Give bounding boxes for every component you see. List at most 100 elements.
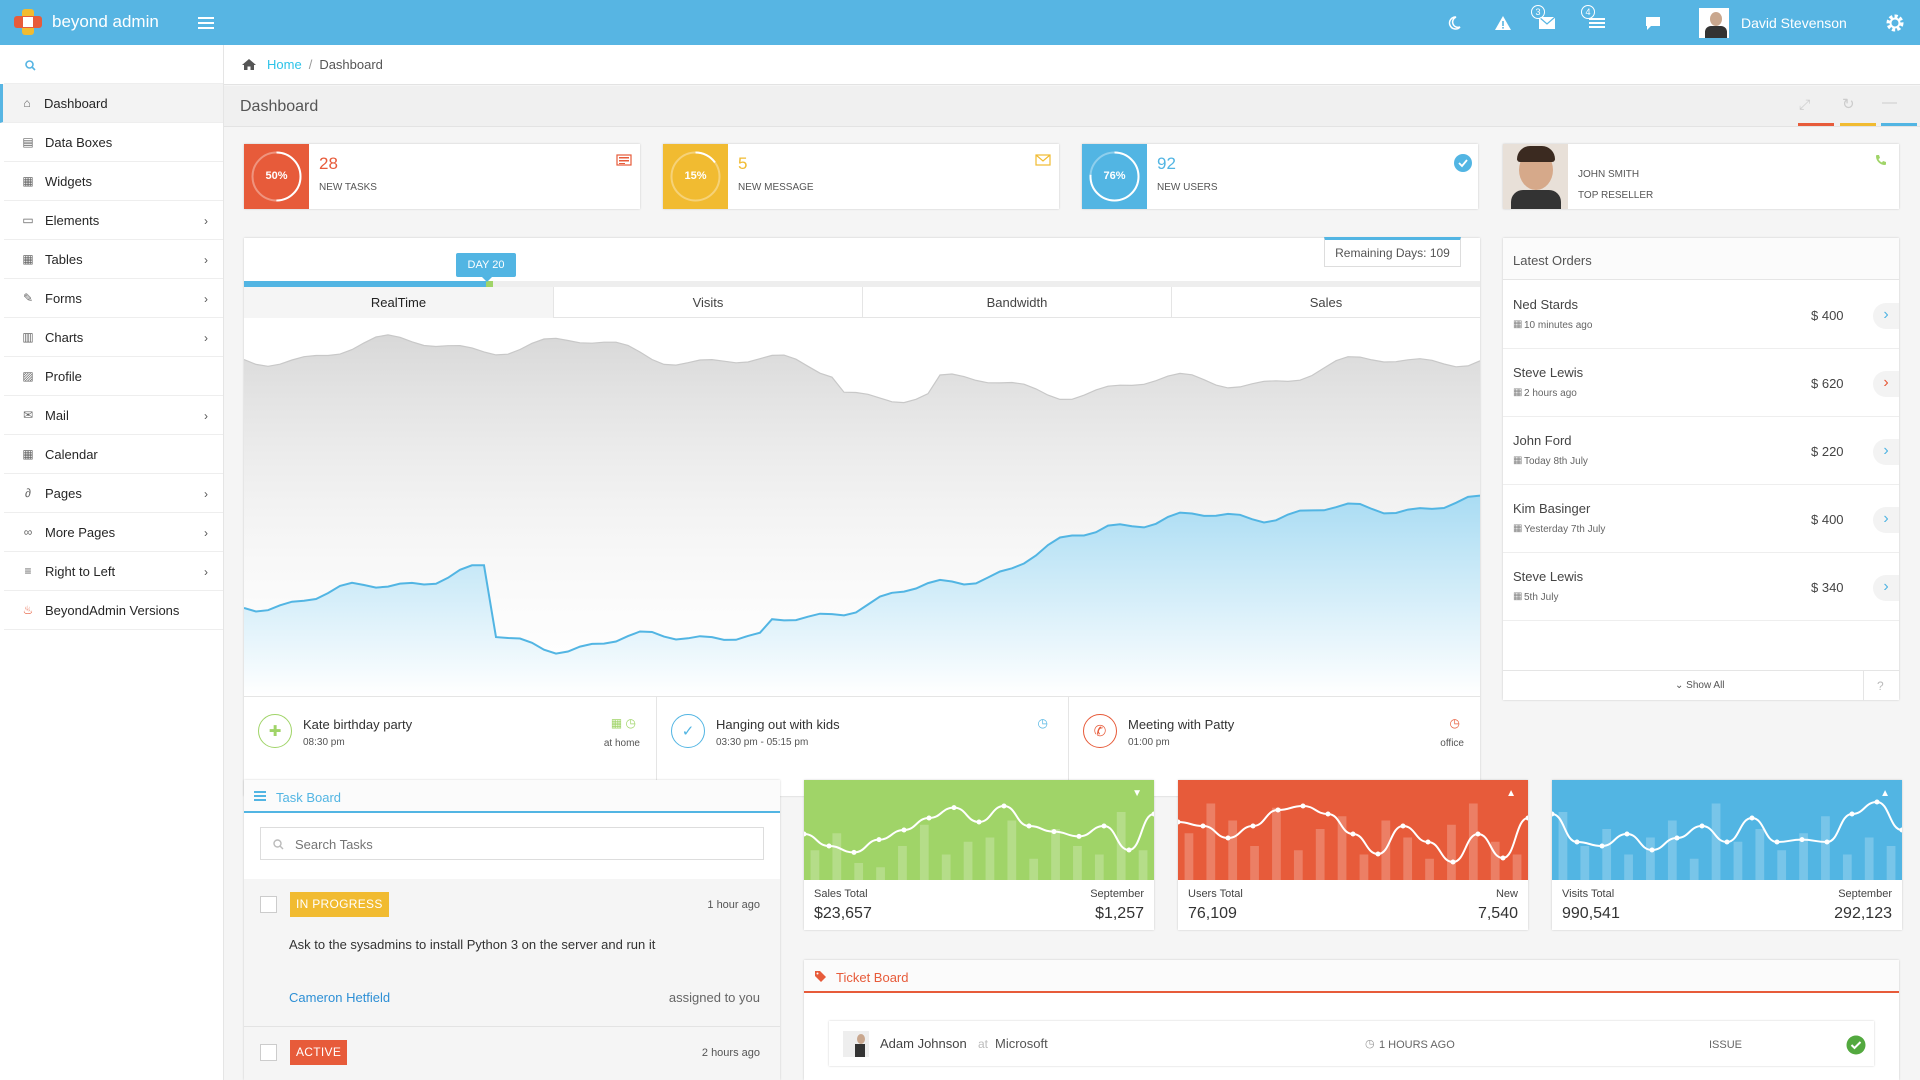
sidebar-item-profile[interactable]: ▨ Profile bbox=[4, 357, 223, 396]
chevron-right-icon[interactable]: › bbox=[1873, 575, 1899, 601]
bar-mark bbox=[1029, 858, 1039, 880]
sidebar-search[interactable] bbox=[4, 45, 223, 84]
mini-chart bbox=[1552, 780, 1902, 880]
event-title: Hanging out with kids bbox=[716, 717, 840, 732]
task-checkbox[interactable] bbox=[260, 896, 277, 913]
data-point bbox=[1574, 839, 1580, 845]
sidebar-item-elements[interactable]: ▭ Elements › bbox=[4, 201, 223, 240]
settings-button[interactable] bbox=[1883, 11, 1907, 35]
tab-realtime[interactable]: RealTime bbox=[244, 287, 553, 318]
sidebar-item-widgets[interactable]: ▦ Widgets bbox=[4, 162, 223, 201]
chevron-right-icon[interactable]: › bbox=[1873, 371, 1899, 397]
sidebar-item-label: Profile bbox=[45, 368, 82, 384]
bar-mark bbox=[1073, 846, 1082, 880]
sidebar-item-more-pages[interactable]: ∞ More Pages › bbox=[4, 513, 223, 552]
data-point bbox=[1178, 819, 1181, 825]
mini-left-value: 990,541 bbox=[1562, 905, 1620, 922]
user-name: David Stevenson bbox=[1741, 15, 1847, 31]
sidebar-item-beyondadmin-versions[interactable]: ♨ BeyondAdmin Versions bbox=[4, 591, 223, 630]
collapse-button[interactable]: — bbox=[1882, 94, 1897, 111]
ticket-time: 1 HOURS AGO bbox=[1379, 1039, 1455, 1051]
top-reseller-card[interactable]: JOHN SMITH TOP RESELLER bbox=[1503, 144, 1899, 209]
sidebar-item-tables[interactable]: ▦ Tables › bbox=[4, 240, 223, 279]
chevron-right-icon: › bbox=[204, 565, 208, 579]
search-icon bbox=[273, 839, 284, 850]
tab-sales[interactable]: Sales bbox=[1171, 287, 1480, 318]
event-title: Meeting with Patty bbox=[1128, 717, 1235, 732]
sidebar-item-mail[interactable]: ✉ Mail › bbox=[4, 396, 223, 435]
ticket-type: ISSUE bbox=[1709, 1039, 1743, 1051]
chevron-right-icon[interactable]: › bbox=[1873, 439, 1899, 465]
bar-mark bbox=[854, 863, 864, 880]
caret-up-icon[interactable]: ▲ bbox=[1880, 788, 1890, 799]
mini-chart-card[interactable]: ▲ Visits Total 990,541 September 292,123 bbox=[1552, 780, 1902, 930]
picture-icon: ▨ bbox=[22, 369, 34, 383]
envelope-icon: ✉ bbox=[22, 408, 34, 422]
sidebar-item-right-to-left[interactable]: ≡ Right to Left › bbox=[4, 552, 223, 591]
data-point bbox=[1275, 807, 1281, 813]
sidebar-item-pages[interactable]: ∂ Pages › bbox=[4, 474, 223, 513]
caret-up-icon[interactable]: ▲ bbox=[1506, 788, 1516, 799]
order-row[interactable]: Ned Stards ▦ 10 minutes ago $ 400 › bbox=[1503, 281, 1899, 349]
bar-mark bbox=[1864, 837, 1874, 880]
mini-right-value: 7,540 bbox=[1477, 905, 1518, 922]
order-row[interactable]: Steve Lewis ▦ 2 hours ago $ 620 › bbox=[1503, 349, 1899, 417]
bar-mark bbox=[1403, 837, 1413, 880]
mini-chart-card[interactable]: ▼ Sales Total $23,657 September $1,257 bbox=[804, 780, 1154, 930]
order-amount: $ 400 bbox=[1811, 512, 1844, 527]
tab-bandwidth[interactable]: Bandwidth bbox=[862, 287, 1171, 318]
task-checkbox[interactable] bbox=[260, 1044, 277, 1061]
mini-left-label: Users Total bbox=[1188, 888, 1243, 900]
show-all-link[interactable]: ⌄ Show All bbox=[1675, 680, 1725, 691]
sidebar-item-forms[interactable]: ✎ Forms › bbox=[4, 279, 223, 318]
data-point bbox=[1126, 847, 1132, 853]
reseller-avatar bbox=[1503, 144, 1568, 209]
fullscreen-button[interactable]: ⤢ bbox=[1799, 96, 1810, 113]
bar-mark bbox=[1689, 858, 1699, 880]
data-point bbox=[976, 819, 982, 825]
messages-button[interactable]: 3 bbox=[1531, 5, 1559, 35]
link-icon: ∞ bbox=[23, 525, 33, 539]
mini-left-value: 76,109 bbox=[1188, 905, 1237, 922]
bar-mark bbox=[1228, 820, 1238, 880]
stat-card-new-tasks[interactable]: 50% 28 NEW TASKS bbox=[244, 144, 640, 209]
bar-mark bbox=[1250, 846, 1259, 880]
task-search-input[interactable] bbox=[295, 834, 755, 854]
ticket-item[interactable]: Adam Johnson at Microsoft ◷ 1 HOURS AGO … bbox=[829, 1021, 1874, 1066]
data-point bbox=[951, 805, 957, 811]
help-button[interactable]: ? bbox=[1877, 679, 1884, 693]
mini-chart-card[interactable]: ▲ Users Total 76,109 New 7,540 bbox=[1178, 780, 1528, 930]
chat-button[interactable] bbox=[1641, 11, 1665, 35]
data-point bbox=[1151, 811, 1154, 817]
alerts-button[interactable] bbox=[1491, 11, 1515, 35]
refresh-button[interactable]: ↻ bbox=[1842, 95, 1855, 113]
bar-mark bbox=[898, 846, 907, 880]
order-row[interactable]: Steve Lewis ▦ 5th July $ 340 › bbox=[1503, 553, 1899, 621]
caret-down-icon[interactable]: ▼ bbox=[1132, 788, 1142, 799]
stat-card-new-users[interactable]: 76% 92 NEW USERS bbox=[1082, 144, 1478, 209]
sidebar-toggle-button[interactable] bbox=[194, 11, 218, 35]
sidebar-search-input[interactable] bbox=[44, 53, 214, 75]
sidebar-item-calendar[interactable]: ▦ Calendar bbox=[4, 435, 223, 474]
chevron-right-icon[interactable]: › bbox=[1873, 507, 1899, 533]
sidebar-item-charts[interactable]: ▥ Charts › bbox=[4, 318, 223, 357]
tab-visits[interactable]: Visits bbox=[553, 287, 862, 318]
stat-card-new-message[interactable]: 15% 5 NEW MESSAGE bbox=[663, 144, 1059, 209]
check-circle-icon[interactable] bbox=[1846, 1035, 1866, 1055]
phone-icon[interactable] bbox=[1875, 154, 1887, 166]
ticket-company: Microsoft bbox=[995, 1036, 1048, 1051]
chevron-right-icon[interactable]: › bbox=[1873, 303, 1899, 329]
order-row[interactable]: John Ford ▦ Today 8th July $ 220 › bbox=[1503, 417, 1899, 485]
sidebar-item-data-boxes[interactable]: ▤ Data Boxes bbox=[4, 123, 223, 162]
brand-logo[interactable]: beyond admin bbox=[10, 7, 159, 37]
breadcrumb-home[interactable]: Home bbox=[267, 57, 302, 72]
data-point bbox=[1525, 815, 1528, 821]
task-assignee-link[interactable]: Cameron Hetfield bbox=[289, 990, 390, 1005]
theme-toggle-button[interactable] bbox=[1442, 11, 1466, 35]
mini-left-label: Visits Total bbox=[1562, 888, 1615, 900]
tasks-button[interactable]: 4 bbox=[1581, 5, 1609, 35]
user-menu[interactable]: David Stevenson bbox=[1699, 7, 1847, 39]
order-row[interactable]: Kim Basinger ▦ Yesterday 7th July $ 400 › bbox=[1503, 485, 1899, 553]
task-search-box[interactable] bbox=[260, 827, 764, 860]
sidebar-item-dashboard[interactable]: ⌂ Dashboard bbox=[0, 84, 223, 123]
